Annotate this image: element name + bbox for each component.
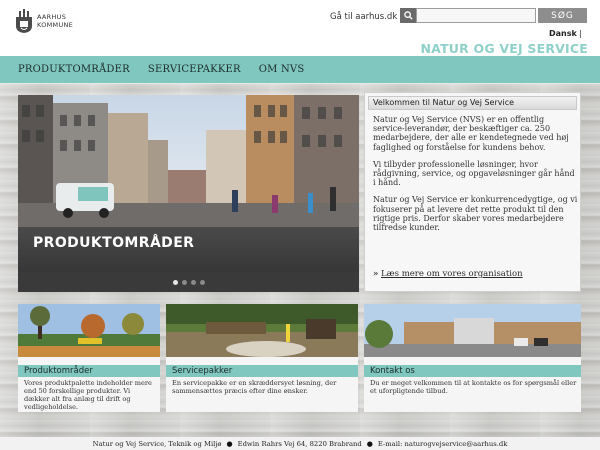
language-separator: | bbox=[579, 29, 582, 38]
card-image-park bbox=[18, 304, 160, 357]
nav-item-servicepakker[interactable]: SERVICEPAKKER bbox=[148, 64, 241, 75]
welcome-title: Velkommen til Natur og Vej Service bbox=[368, 96, 577, 110]
hero-caption[interactable]: PRODUKTOMRÅDER bbox=[33, 235, 194, 251]
card-text: En servicepakke er en skræddersyet løsni… bbox=[172, 379, 337, 395]
welcome-paragraph-3: Natur og Vej Service er konkurrencedygti… bbox=[373, 195, 578, 233]
card-title[interactable]: Servicepakker bbox=[166, 365, 358, 377]
search-button[interactable]: SØG bbox=[538, 8, 587, 23]
welcome-panel: Velkommen til Natur og Vej Service Natur… bbox=[364, 92, 581, 292]
slider-dot-3[interactable] bbox=[190, 279, 196, 285]
slider-pagination bbox=[18, 272, 359, 292]
search-bar: SØG bbox=[400, 8, 587, 23]
city-seal-icon bbox=[16, 9, 32, 33]
site-brand-title: NATUR OG VEJ SERVICE bbox=[420, 41, 588, 56]
card-produktomraader[interactable]: Produktområder Vores produktpalette inde… bbox=[18, 304, 160, 412]
site-header: AARHUS KOMMUNE Gå til aarhus.dk SØG Dans… bbox=[0, 0, 600, 56]
card-image-garden bbox=[166, 304, 358, 357]
card-title[interactable]: Produktområder bbox=[18, 365, 160, 377]
hero-photo-street bbox=[18, 95, 359, 227]
footer-department: Natur og Vej Service, Teknik og Miljø bbox=[92, 439, 222, 448]
card-text: Vores produktpalette indeholder mere end… bbox=[24, 379, 152, 411]
card-kontakt-os[interactable]: Kontakt os Du er meget velkommen til at … bbox=[364, 304, 581, 412]
slider-dot-2[interactable] bbox=[181, 279, 187, 285]
search-input[interactable] bbox=[416, 8, 536, 23]
language-link[interactable]: Dansk bbox=[549, 29, 577, 38]
footer-bullet: ● bbox=[366, 439, 373, 448]
card-servicepakker[interactable]: Servicepakker En servicepakke er en skræ… bbox=[166, 304, 358, 412]
logo-line1: AARHUS bbox=[37, 13, 67, 21]
logo-text: AARHUS KOMMUNE bbox=[37, 13, 73, 29]
welcome-paragraph-1: Natur og Vej Service (NVS) er en offentl… bbox=[373, 115, 569, 152]
nav-item-produktomraader[interactable]: PRODUKTOMRÅDER bbox=[18, 64, 130, 75]
card-title[interactable]: Kontakt os bbox=[364, 365, 581, 377]
search-icon[interactable] bbox=[400, 8, 416, 23]
hero-caption-bar: PRODUKTOMRÅDER bbox=[18, 227, 359, 272]
logo-line2: KOMMUNE bbox=[37, 21, 74, 29]
main-nav: PRODUKTOMRÅDER SERVICEPAKKER OM NVS bbox=[0, 56, 600, 83]
slider-dot-1[interactable] bbox=[172, 279, 178, 285]
footer-address: Edwin Rahrs Vej 64, 8220 Brabrand bbox=[237, 439, 362, 448]
card-image-building bbox=[364, 304, 581, 357]
card-text: Du er meget velkommen til at kontakte os… bbox=[370, 379, 577, 395]
read-more-organisation-link[interactable]: Læs mere om vores organisation bbox=[381, 269, 523, 279]
arrow-right-icon: » bbox=[373, 269, 379, 279]
slider-dot-4[interactable] bbox=[199, 279, 205, 285]
site-footer: Natur og Vej Service, Teknik og Miljø ● … bbox=[0, 437, 600, 450]
welcome-paragraph-2: Vi tilbyder professionelle løsninger, hv… bbox=[373, 159, 575, 188]
footer-email[interactable]: E-mail: naturogvejservice@aarhus.dk bbox=[378, 440, 508, 448]
aarhus-logo[interactable]: AARHUS KOMMUNE bbox=[14, 8, 73, 34]
hero-slider[interactable]: PRODUKTOMRÅDER bbox=[18, 95, 359, 292]
read-more-link-row: » Læs mere om vores organisation bbox=[373, 269, 523, 279]
footer-bullet: ● bbox=[226, 439, 233, 448]
goto-aarhus-link[interactable]: Gå til aarhus.dk bbox=[330, 12, 397, 22]
nav-item-om-nvs[interactable]: OM NVS bbox=[259, 64, 305, 75]
welcome-body: Natur og Vej Service (NVS) er en offentl… bbox=[373, 115, 578, 240]
